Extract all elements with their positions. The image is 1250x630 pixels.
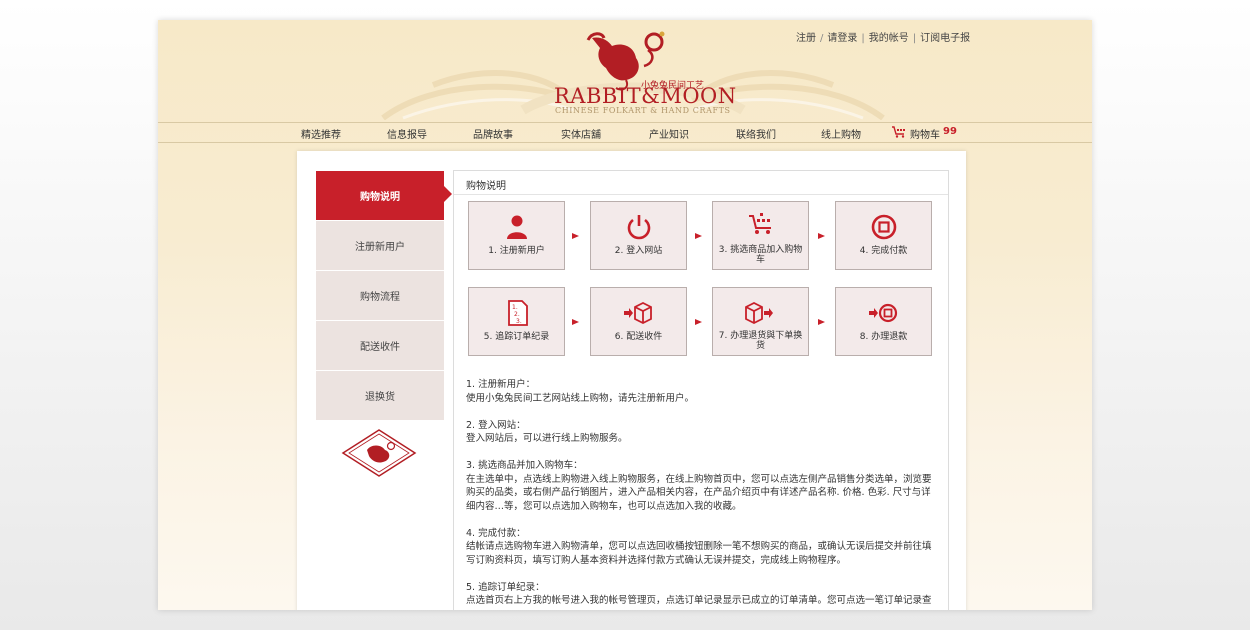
section-body: 点选首页右上方我的帐号进入我的帐号管理页，点选订单记录显示已成立的订单清单。您可…	[466, 595, 932, 606]
step-refund[interactable]: 8. 办理退款	[835, 287, 932, 356]
user-icon	[507, 215, 527, 239]
step-arrow	[572, 319, 579, 325]
sidebar-item-process[interactable]: 购物流程	[316, 271, 444, 321]
step-label: 7. 办理退货與下单换货	[718, 331, 803, 351]
nav-item-news[interactable]: 信息报导	[387, 126, 427, 141]
cart-icon[interactable]	[891, 126, 907, 138]
sidebar-item-delivery[interactable]: 配送收件	[316, 321, 444, 371]
step-label: 1. 注册新用户	[488, 246, 545, 256]
coin-refund-icon	[869, 303, 898, 323]
section-body: 使用小兔兔民间工艺网站线上购物，请先注册新用户。	[466, 392, 695, 404]
box-in-icon	[624, 301, 652, 325]
logo-wordmark[interactable]: RABBIT&MOON	[554, 84, 737, 108]
cart-label[interactable]: 购物车	[910, 126, 940, 141]
nav-item-stores[interactable]: 实体店舖	[561, 126, 601, 141]
nav-item-brand-story[interactable]: 品牌故事	[473, 126, 513, 141]
step-login[interactable]: 2. 登入网站	[590, 201, 687, 270]
cart-icon	[749, 213, 771, 234]
link-separator: |	[912, 33, 917, 44]
step-return[interactable]: 7. 办理退货與下单换货	[712, 287, 809, 356]
newsletter-link[interactable]: 订阅电子报	[920, 33, 970, 44]
section-title: 1. 注册新用户：	[466, 379, 536, 390]
svg-text:2.: 2.	[514, 311, 520, 318]
section-body: 登入网站后，可以进行线上购物服务。	[466, 433, 628, 444]
main-nav: 精选推荐 信息报导 品牌故事 实体店舖 产业知识 联络我们 线上购物 购物车 9…	[158, 122, 1092, 143]
content-title: 购物说明	[466, 181, 506, 192]
coin-icon	[871, 214, 897, 240]
step-arrow	[695, 319, 702, 325]
step-label: 8. 办理退款	[859, 332, 908, 342]
sidebar-item-register[interactable]: 注册新用户	[316, 221, 444, 271]
nav-item-online-shop[interactable]: 线上购物	[821, 126, 861, 141]
main-panel: 购物说明 注册新用户 购物流程 配送收件 退换货 购物说明 1. 注册新用户 2…	[297, 151, 966, 610]
svg-text:3.: 3.	[516, 318, 522, 325]
step-arrow	[695, 233, 702, 239]
section-title: 5. 追踪订单纪录：	[466, 581, 545, 593]
step-label: 4. 完成付款	[859, 246, 908, 256]
account-links: 注册 / 请登录 | 我的帐号 | 订阅电子报	[796, 29, 970, 44]
nav-item-industry[interactable]: 产业知识	[649, 126, 689, 141]
step-arrow	[818, 319, 825, 325]
login-link[interactable]: 请登录	[827, 33, 857, 44]
section-title: 3. 挑选商品并加入购物车：	[466, 460, 583, 471]
section-title: 4. 完成付款：	[466, 527, 526, 539]
section-body: 在主选单中，点选线上购物进入线上购物服务，在线上购物首页中，您可以点选左侧产品销…	[466, 473, 932, 512]
list-icon: 1. 2. 3.	[508, 300, 528, 326]
nav-item-featured[interactable]: 精选推荐	[301, 126, 341, 141]
step-arrow	[572, 233, 579, 239]
link-separator: /	[820, 33, 824, 44]
title-divider	[454, 194, 948, 195]
logo-tagline: CHINESE FOLKART & HAND CRAFTS	[555, 106, 731, 115]
step-label: 6. 配送收件	[614, 332, 663, 342]
step-payment[interactable]: 4. 完成付款	[835, 201, 932, 270]
step-delivery[interactable]: 6. 配送收件	[590, 287, 687, 356]
step-arrow	[818, 233, 825, 239]
section-body: 结帐请点选购物车进入购物清单，您可以点选回收桶按钮删除一笔不想购买的商品，或确认…	[466, 541, 932, 566]
step-label: 5. 追踪订单纪录	[483, 332, 550, 342]
instructions-text: 1. 注册新用户： 使用小兔兔民间工艺网站线上购物，请先注册新用户。 2. 登入…	[466, 378, 938, 610]
cart-count-badge: 99	[943, 126, 957, 137]
active-pointer-arrow	[444, 186, 452, 202]
svg-text:1.: 1.	[512, 304, 518, 311]
sidebar-item-shopping-guide[interactable]: 购物说明	[316, 171, 444, 221]
register-link[interactable]: 注册	[796, 33, 816, 44]
sidebar-item-returns[interactable]: 退换货	[316, 371, 444, 421]
nav-item-contact[interactable]: 联络我们	[736, 126, 776, 141]
step-label: 2. 登入网站	[614, 246, 663, 256]
step-label: 3. 挑选商品加入购物车	[718, 245, 803, 265]
link-separator: |	[861, 33, 865, 44]
step-track-order[interactable]: 1. 2. 3. 5. 追踪订单纪录	[468, 287, 565, 356]
content-area: 购物说明 1. 注册新用户 2. 登入网站 3. 挑选商品加入购物车 4. 完成…	[453, 170, 949, 610]
step-register[interactable]: 1. 注册新用户	[468, 201, 565, 270]
my-account-link[interactable]: 我的帐号	[869, 33, 909, 44]
power-icon	[627, 215, 651, 240]
step-add-to-cart[interactable]: 3. 挑选商品加入购物车	[712, 201, 809, 270]
section-title: 2. 登入网站：	[466, 419, 526, 431]
page-frame: 注册 / 请登录 | 我的帐号 | 订阅电子报 小兔兔民间工艺 RABBIT&MOON CH…	[158, 20, 1092, 610]
brand-badge-icon	[341, 429, 417, 477]
box-out-icon	[745, 301, 773, 325]
